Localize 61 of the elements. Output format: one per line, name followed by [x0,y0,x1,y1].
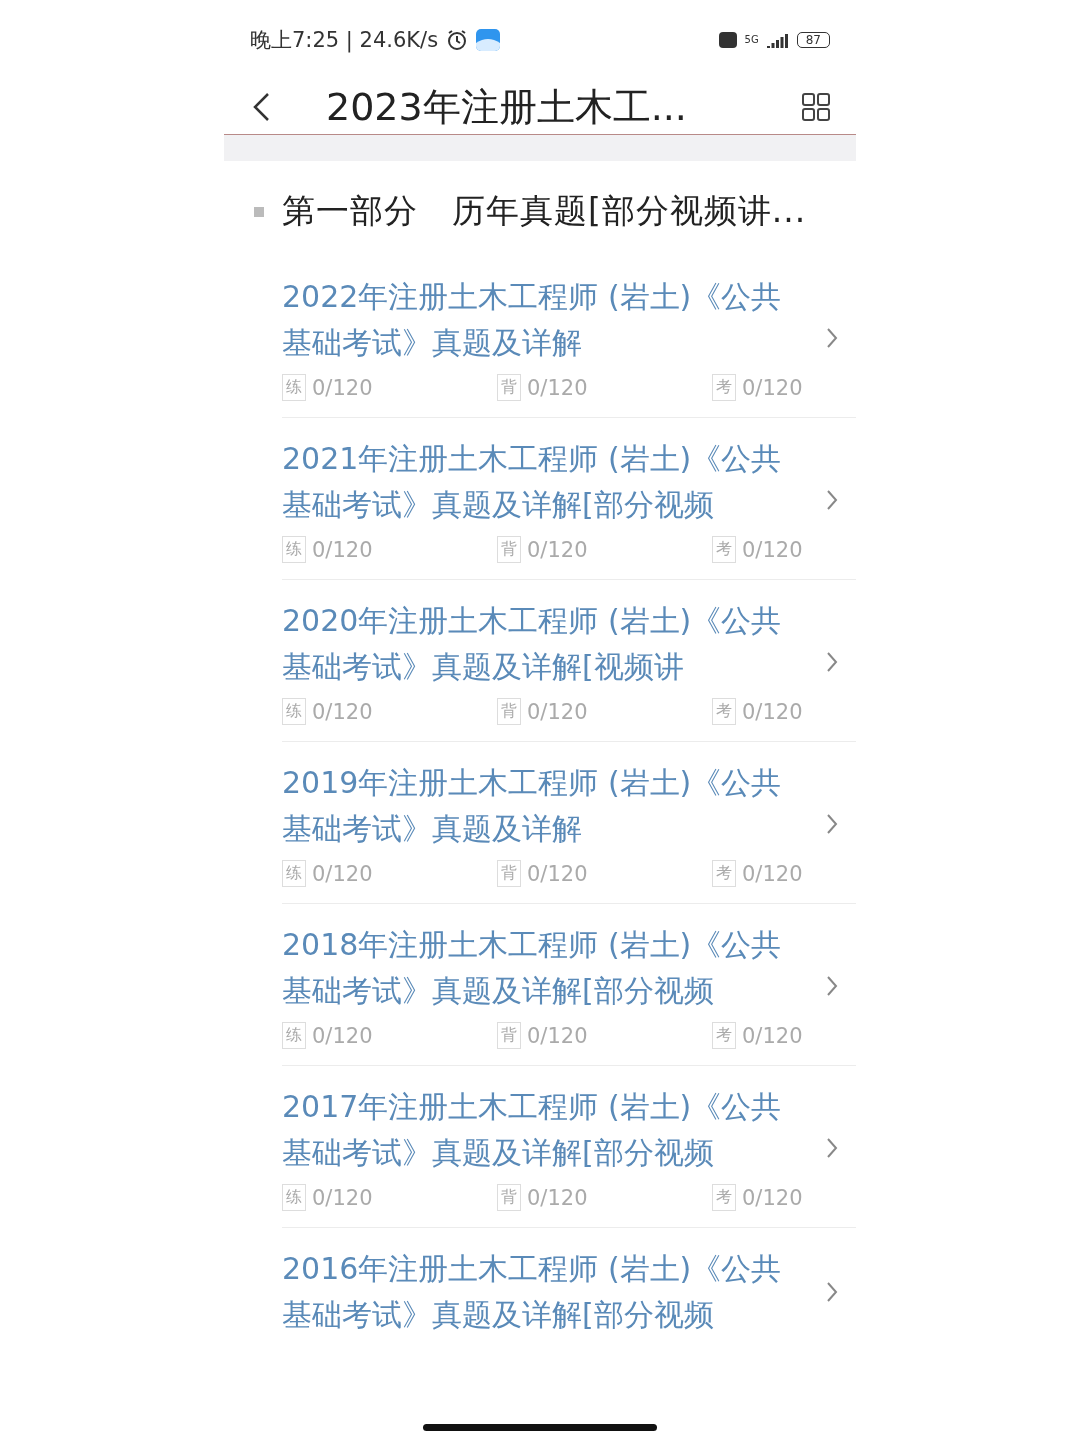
mode-tag: 考 [712,1184,736,1211]
mode-tag: 练 [282,860,306,887]
status-time: 晚上7:25 | 24.6K/s [250,27,439,54]
exam-title[interactable]: 2017年注册土木工程师 (岩土)《公共基础考试》真题及详解[部分视频 [282,1084,787,1176]
progress-count: 0/120 [527,1023,588,1048]
progress-count: 0/120 [312,1185,373,1210]
mode-tag: 练 [282,536,306,563]
progress-count: 0/120 [527,537,588,562]
progress-count: 0/120 [312,1023,373,1048]
progress-count: 0/120 [527,375,588,400]
network-label: 5G [744,35,759,45]
mode-tag: 背 [497,1022,521,1049]
exam-title[interactable]: 2020年注册土木工程师 (岩土)《公共基础考试》真题及详解[视频讲 [282,598,787,690]
chevron-icon[interactable] [826,812,838,835]
exam-title[interactable]: 2018年注册土木工程师 (岩土)《公共基础考试》真题及详解[部分视频 [282,922,787,1014]
chevron-icon[interactable] [826,1281,838,1303]
chevron-icon[interactable] [826,326,838,349]
app-icon [476,29,501,51]
mode-tag: 考 [712,1022,736,1049]
mode-tag: 背 [497,374,521,401]
progress-count: 0/120 [742,375,803,400]
grid-icon[interactable] [802,93,830,121]
mode-tag: 考 [712,374,736,401]
exam-title[interactable]: 2022年注册土木工程师 (岩土)《公共基础考试》真题及详解 [282,274,787,366]
progress-count: 0/120 [742,699,803,724]
mode-tag: 背 [497,698,521,725]
progress-count: 0/120 [742,1023,803,1048]
progress-count: 0/120 [312,699,373,724]
progress-count: 0/120 [527,699,588,724]
page-title: 2023年注册土木工... [326,83,688,131]
mode-tag: 背 [497,860,521,887]
chevron-icon[interactable] [826,650,838,673]
progress-count: 0/120 [742,1185,803,1210]
exam-title[interactable]: 2019年注册土木工程师 (岩土)《公共基础考试》真题及详解 [282,760,787,852]
alarm-icon [446,29,469,51]
exam-title[interactable]: 2016年注册土木工程师 (岩土)《公共基础考试》真题及详解[部分视频 [282,1246,787,1338]
mode-tag: 考 [712,860,736,887]
bullet-icon [254,206,264,217]
chevron-icon[interactable] [826,488,838,511]
progress-count: 0/120 [527,1185,588,1210]
progress-count: 0/120 [742,861,803,886]
back-icon[interactable] [252,92,270,122]
mode-tag: 考 [712,536,736,563]
mode-tag: 背 [497,536,521,563]
section-title: 第一部分 历年真题[部分视频讲... [282,190,807,232]
progress-count: 0/120 [312,861,373,886]
chevron-icon[interactable] [826,974,838,997]
exam-title[interactable]: 2021年注册土木工程师 (岩土)《公共基础考试》真题及详解[部分视频 [282,436,787,528]
progress-count: 0/120 [312,375,373,400]
progress-count: 0/120 [527,861,588,886]
chevron-icon[interactable] [826,1136,838,1159]
battery-level: 87 [796,32,830,48]
signal-icon [766,32,789,48]
progress-count: 0/120 [312,537,373,562]
mode-tag: 考 [712,698,736,725]
mode-tag: 练 [282,1022,306,1049]
progress-count: 0/120 [742,537,803,562]
mode-tag: 练 [282,374,306,401]
mode-tag: 练 [282,698,306,725]
mode-tag: 练 [282,1184,306,1211]
mode-tag: 背 [497,1184,521,1211]
